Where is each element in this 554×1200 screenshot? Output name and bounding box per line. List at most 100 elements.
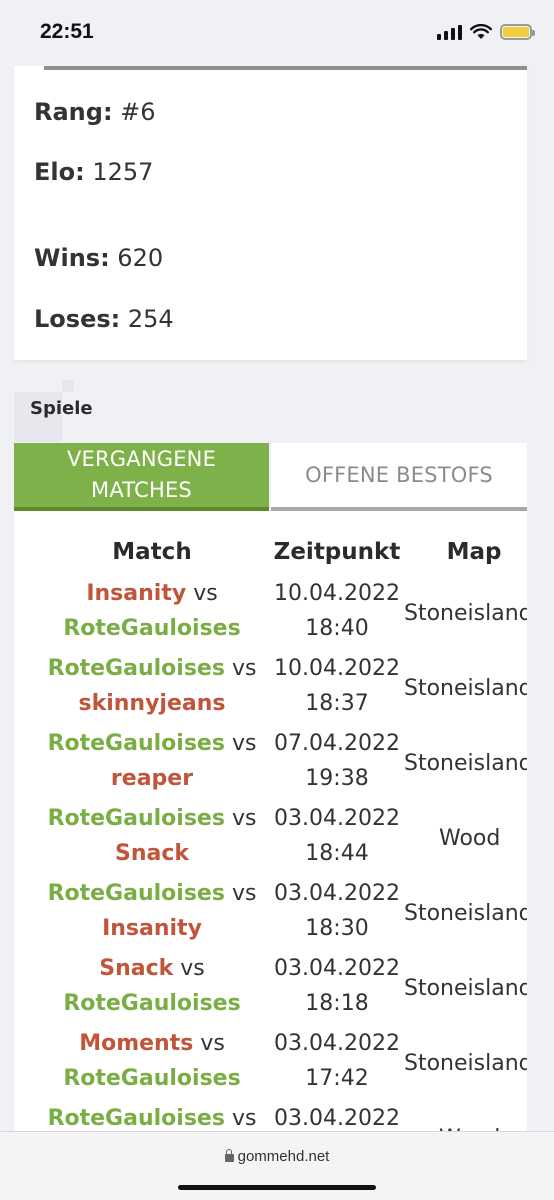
map-cell: Stoneisland [404, 751, 527, 776]
vs-label: vs [180, 956, 205, 981]
match-cell: RoteGauloises vs [14, 1101, 290, 1131]
vs-label: vs [200, 1031, 225, 1056]
table-row[interactable]: RoteGauloisesvs03.04.2022Wood [14, 1101, 527, 1131]
match-cell: Snack vs RoteGauloises [14, 951, 290, 1021]
time-cell: 10.04.2022 18:37 [267, 651, 407, 721]
match-date: 03.04.2022 [274, 1031, 400, 1056]
wins-row: Wins: 620 [34, 244, 163, 272]
match-cell: RoteGauloises vs Snack [14, 801, 290, 871]
time-cell: 03.04.2022 [267, 1101, 407, 1131]
match-time: 18:40 [305, 616, 369, 641]
match-time: 19:38 [305, 766, 369, 791]
map-cell: Stoneisland [404, 676, 527, 701]
team2-link[interactable]: Insanity [102, 916, 202, 941]
rank-row: Rang: #6 [34, 98, 156, 126]
vs-label: vs [231, 1106, 257, 1131]
match-date: 10.04.2022 [274, 656, 400, 681]
battery-icon [500, 24, 535, 40]
elo-label: Elo: [34, 158, 85, 186]
wins-label: Wins: [34, 244, 110, 272]
rank-label: Rang: [34, 98, 113, 126]
loses-row: Loses: 254 [34, 305, 174, 333]
team2-link[interactable]: skinnyjeans [79, 691, 226, 716]
team2-link[interactable]: RoteGauloises [63, 991, 240, 1016]
decorative-block [62, 380, 74, 392]
cellular-signal-icon [437, 24, 462, 40]
team1-link[interactable]: Moments [79, 1031, 193, 1056]
map-cell: Wood [439, 1101, 527, 1131]
team1-link[interactable]: Snack [99, 956, 173, 981]
wins-value: 620 [109, 244, 164, 272]
match-cell: RoteGauloises vs Insanity [14, 876, 290, 946]
team2-link[interactable]: RoteGauloises [63, 616, 240, 641]
table-row[interactable]: RoteGauloises vs reaper 07.04.2022 19:38 Ston… [14, 726, 527, 801]
match-time: 18:18 [305, 991, 369, 1016]
vs-label: vs [231, 731, 257, 756]
loses-label: Loses: [34, 305, 121, 333]
match-date: 03.04.2022 [274, 881, 400, 906]
time-cell: 03.04.2022 17:42 [267, 1026, 407, 1096]
tab-label: OFFENE BESTOFS [305, 462, 493, 487]
map-cell: Stoneisland [404, 601, 527, 626]
map-cell: Stoneisland [404, 1051, 527, 1076]
vs-label: vs [231, 806, 257, 831]
match-date: 03.04.2022 [274, 956, 400, 981]
team2-link[interactable]: reaper [111, 766, 193, 791]
url-domain: gommehd.net [237, 1148, 330, 1165]
match-cell: Moments vs RoteGauloises [14, 1026, 290, 1096]
lock-icon [224, 1149, 234, 1162]
url-display[interactable]: gommehd.net [0, 1148, 554, 1165]
team1-link[interactable]: RoteGauloises [48, 881, 225, 906]
map-cell: Stoneisland [404, 901, 527, 926]
table-row[interactable]: RoteGauloises vs Snack 03.04.2022 18:44 Wood [14, 801, 527, 876]
column-header-map: Map [446, 539, 502, 565]
time-cell: 10.04.2022 18:40 [267, 576, 407, 646]
tab-open-bestofs[interactable]: OFFENE BESTOFS [271, 443, 527, 511]
matches-table: Match Zeitpunkt Map Insanity vs RoteGauloi… [14, 511, 527, 1131]
match-time: 17:42 [305, 1066, 369, 1091]
vs-label: vs [231, 881, 257, 906]
team1-link[interactable]: Insanity [86, 581, 186, 606]
team2-link[interactable]: Snack [115, 841, 189, 866]
column-header-match: Match [112, 539, 192, 565]
time-cell: 03.04.2022 18:30 [267, 876, 407, 946]
team2-link[interactable]: RoteGauloises [63, 1066, 240, 1091]
time-cell: 03.04.2022 18:44 [267, 801, 407, 871]
team1-link[interactable]: RoteGauloises [48, 806, 225, 831]
home-indicator[interactable] [178, 1185, 376, 1190]
loses-value: 254 [120, 305, 174, 333]
table-row[interactable]: RoteGauloises vs Insanity 03.04.2022 18:30 St… [14, 876, 527, 951]
elo-row: Elo: 1257 [34, 158, 153, 186]
player-stats-card: Rang: #6 Elo: 1257 Wins: 620 Loses: 254 [14, 66, 527, 360]
wifi-icon [470, 24, 492, 39]
status-time: 22:51 [40, 20, 94, 43]
match-date: 07.04.2022 [274, 731, 400, 756]
match-time: 18:37 [305, 691, 369, 716]
status-icons [437, 22, 535, 42]
table-row[interactable]: Moments vs RoteGauloises 03.04.2022 17:42 Sto… [14, 1026, 527, 1101]
vs-label: vs [231, 656, 257, 681]
time-cell: 03.04.2022 18:18 [267, 951, 407, 1021]
team1-link[interactable]: RoteGauloises [48, 731, 225, 756]
tab-label: VERGANGENE MATCHES [66, 447, 217, 502]
table-row[interactable]: Insanity vs RoteGauloises 10.04.2022 18:40 St… [14, 576, 527, 651]
column-header-time: Zeitpunkt [273, 539, 401, 565]
status-bar: 22:51 [0, 0, 554, 66]
match-date: 03.04.2022 [274, 806, 400, 831]
elo-value: 1257 [84, 158, 154, 186]
match-tabs: VERGANGENE MATCHES OFFENE BESTOFS [14, 443, 527, 511]
tab-past-matches[interactable]: VERGANGENE MATCHES [14, 443, 269, 511]
team1-link[interactable]: RoteGauloises [48, 1106, 225, 1131]
match-date: 03.04.2022 [274, 1106, 400, 1131]
table-row[interactable]: RoteGauloises vs skinnyjeans 10.04.2022 18:3… [14, 651, 527, 726]
rank-value: #6 [112, 98, 156, 126]
match-cell: Insanity vs RoteGauloises [14, 576, 290, 646]
match-time: 18:44 [305, 841, 369, 866]
match-cell: RoteGauloises vs reaper [14, 726, 290, 796]
team1-link[interactable]: RoteGauloises [48, 656, 225, 681]
match-date: 10.04.2022 [274, 581, 400, 606]
map-cell: Stoneisland [404, 976, 527, 1001]
match-cell: RoteGauloises vs skinnyjeans [14, 651, 290, 721]
table-row[interactable]: Snack vs RoteGauloises 03.04.2022 18:18 Stone… [14, 951, 527, 1026]
map-cell: Wood [439, 826, 501, 851]
